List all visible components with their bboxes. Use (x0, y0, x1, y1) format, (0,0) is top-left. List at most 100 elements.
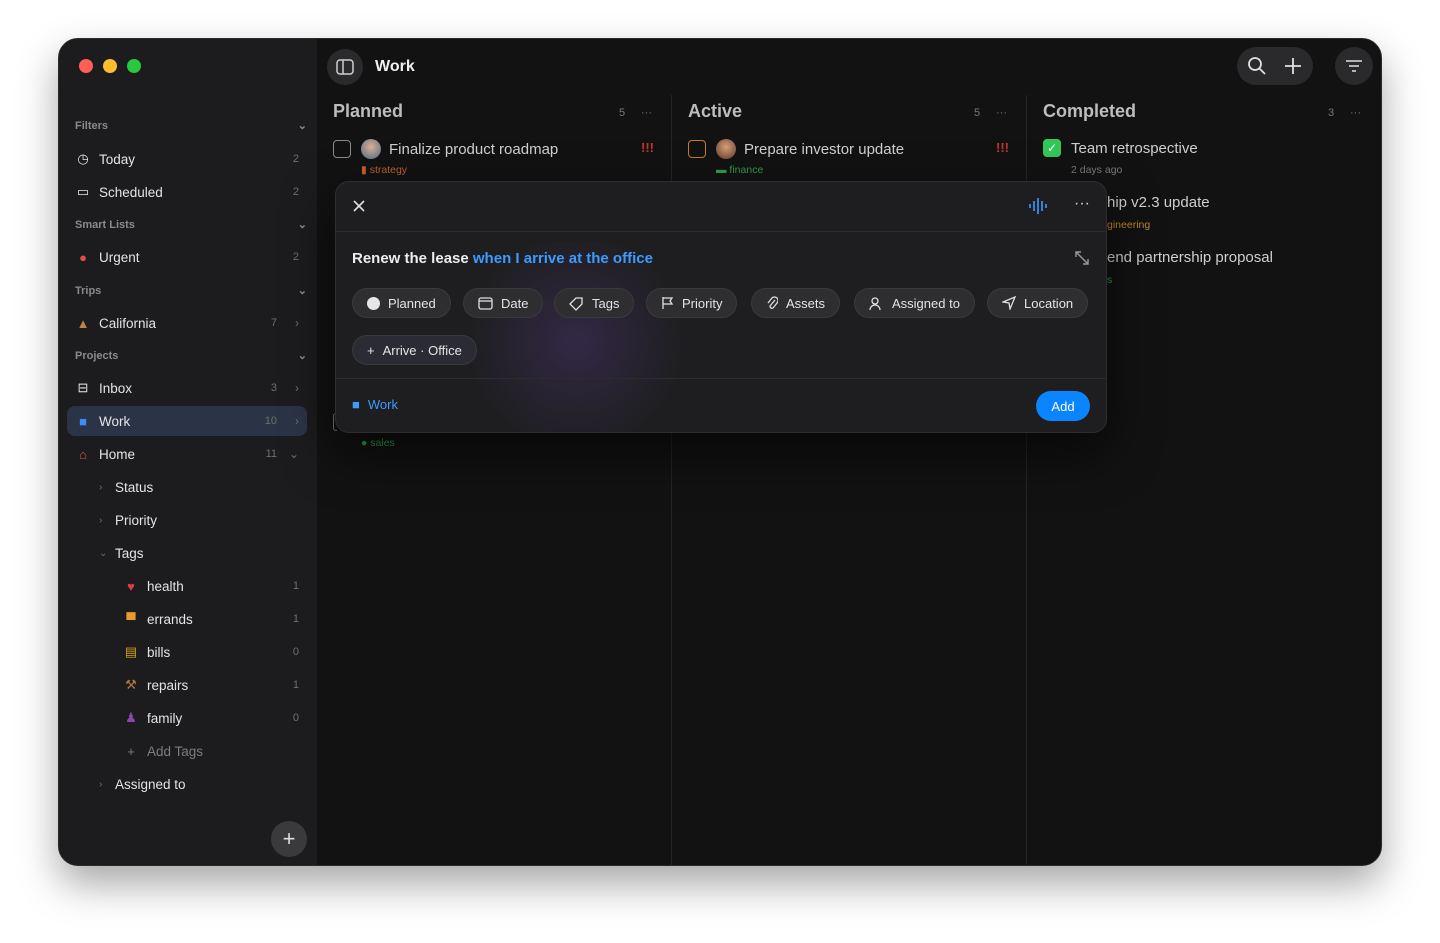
sidebar-item-california[interactable]: ▲ California 7 › (67, 308, 307, 338)
add-button[interactable]: Add (1036, 391, 1090, 421)
tag-item-errands[interactable]: ▀ errands 1 (115, 604, 307, 634)
task-checkbox[interactable] (333, 140, 351, 158)
people-icon: ♟ (125, 710, 137, 725)
chip-status[interactable]: Planned (352, 288, 451, 318)
column-menu-button[interactable]: ··· (641, 107, 652, 119)
sidebar-item-assigned-to[interactable]: › Assigned to (91, 769, 307, 799)
task-tag: ● sales (361, 437, 395, 449)
minimize-window-button[interactable] (103, 59, 117, 73)
plus-icon: + (367, 342, 375, 358)
more-options-button[interactable]: ··· (1074, 195, 1090, 213)
chevron-right-icon[interactable]: › (295, 414, 299, 428)
circle-icon (367, 296, 380, 310)
chevron-right-icon[interactable]: › (295, 381, 299, 395)
section-trips[interactable]: Trips ⌄ (75, 284, 307, 298)
task-checkbox-checked[interactable]: ✓ (1043, 139, 1061, 157)
task-tag: ▬ finance (716, 164, 763, 176)
chip-location[interactable]: Location (987, 288, 1089, 318)
task-row[interactable]: hip v2.3 update (1107, 194, 1210, 211)
section-projects[interactable]: Projects ⌄ (75, 349, 307, 363)
sidebar-item-status[interactable]: › Status (91, 472, 307, 502)
expand-button[interactable] (1074, 250, 1090, 271)
chart-icon: ▮ (361, 164, 367, 176)
task-input-text: Renew the lease (352, 250, 473, 267)
chevron-down-icon[interactable]: ⌄ (289, 447, 299, 461)
chip-assets[interactable]: Assets (751, 288, 841, 318)
add-task-button[interactable] (1283, 56, 1303, 81)
chip-assigned-to[interactable]: Assigned to (854, 288, 975, 318)
sidebar-item-inbox[interactable]: ⊟ Inbox 3 › (67, 373, 307, 403)
chip-label: Location (1024, 295, 1074, 311)
tag-label: errands (147, 611, 193, 627)
sidebar-item-tags[interactable]: ⌄ Tags (91, 538, 307, 568)
column-menu-button[interactable]: ··· (996, 107, 1007, 119)
sidebar-item-today[interactable]: ◷ Today 2 (67, 144, 307, 174)
new-task-dialog: ··· Renew the lease when I arrive at the… (335, 181, 1107, 433)
sidebar-item-urgent[interactable]: ● Urgent 2 (67, 242, 307, 272)
tag-item-health[interactable]: ♥ health 1 (115, 571, 307, 601)
tag-item-family[interactable]: ♟ family 0 (115, 703, 307, 733)
item-count: 11 (265, 448, 277, 460)
receipt-icon: ▤ (124, 644, 138, 659)
chip-date[interactable]: Date (463, 288, 544, 318)
plus-icon: + (127, 743, 135, 759)
column-count: 3 (1328, 107, 1335, 119)
chip-tags[interactable]: Tags (554, 288, 635, 318)
sidebar-item-label: Inbox (99, 380, 133, 396)
zoom-window-button[interactable] (127, 59, 141, 73)
search-button[interactable] (1247, 56, 1267, 81)
task-row[interactable]: end partnership proposal (1107, 249, 1273, 266)
tag-label: sales (370, 437, 395, 449)
paperclip-icon (766, 295, 778, 311)
close-button[interactable] (352, 199, 366, 218)
sidebar-item-scheduled[interactable]: ▭ Scheduled 2 (67, 177, 307, 207)
tag-label: finance (729, 164, 764, 176)
close-window-button[interactable] (79, 59, 93, 73)
chevron-right-icon[interactable]: › (295, 316, 299, 330)
sidebar-item-label: California (99, 315, 157, 331)
task-input[interactable]: Renew the lease when I arrive at the off… (352, 250, 653, 267)
task-row[interactable]: Finalize product roadmap (333, 139, 558, 159)
sidebar-item-priority[interactable]: › Priority (91, 505, 307, 535)
add-tags-button[interactable]: + Add Tags (115, 736, 307, 766)
voice-input-button[interactable] (1028, 197, 1050, 220)
chip-label: Assets (786, 295, 826, 311)
task-tag: s (1107, 274, 1113, 286)
chip-priority[interactable]: Priority (646, 288, 738, 318)
chevron-right-icon: › (99, 778, 103, 790)
sidebar: Filters ⌄ ◷ Today 2 ▭ Scheduled 2 Smart … (59, 39, 317, 865)
tag-item-bills[interactable]: ▤ bills 0 (115, 637, 307, 667)
section-filters-label: Filters (75, 119, 109, 132)
chip-location-trigger[interactable]: + Arrive · Office (352, 335, 477, 365)
column-title-planned: Planned (333, 101, 404, 121)
section-filters[interactable]: Filters ⌄ (75, 119, 307, 133)
tag-item-repairs[interactable]: ⚒ repairs 1 (115, 670, 307, 700)
project-selector[interactable]: ■ Work (352, 397, 398, 412)
sidebar-item-home[interactable]: ⌂ Home 11 ⌄ (67, 439, 307, 469)
tag-icon (569, 296, 584, 311)
new-list-button[interactable]: + (271, 821, 307, 857)
sidebar-item-work[interactable]: ■ Work 10 › (67, 406, 307, 436)
task-title: Team retrospective (1071, 139, 1198, 157)
task-tag: gineering (1107, 219, 1151, 231)
task-checkbox[interactable] (688, 140, 706, 158)
sidebar-toggle-button[interactable] (327, 49, 363, 85)
search-icon (1248, 57, 1266, 75)
section-smart-lists[interactable]: Smart Lists ⌄ (75, 218, 307, 232)
main-area: Work Planned 5 ··· Active 5 ··· Complete… (317, 39, 1381, 865)
item-count: 2 (292, 186, 299, 198)
task-title: end partnership proposal (1107, 249, 1273, 266)
chevron-right-icon: › (99, 514, 103, 526)
sidebar-item-label: Assigned to (115, 776, 186, 792)
chevron-down-icon: ⌄ (297, 120, 307, 132)
app-window: Filters ⌄ ◷ Today 2 ▭ Scheduled 2 Smart … (58, 38, 1382, 866)
filter-button[interactable] (1335, 47, 1373, 85)
chevron-down-icon: ⌄ (297, 219, 307, 231)
task-title: Finalize product roadmap (389, 140, 559, 158)
column-menu-button[interactable]: ··· (1350, 107, 1361, 119)
tag-label: family (147, 710, 183, 726)
toolbar-group (1237, 47, 1313, 85)
task-row[interactable]: Prepare investor update (688, 139, 904, 159)
task-row[interactable]: ✓ Team retrospective (1043, 139, 1198, 157)
calendar-icon: ▭ (76, 184, 90, 199)
